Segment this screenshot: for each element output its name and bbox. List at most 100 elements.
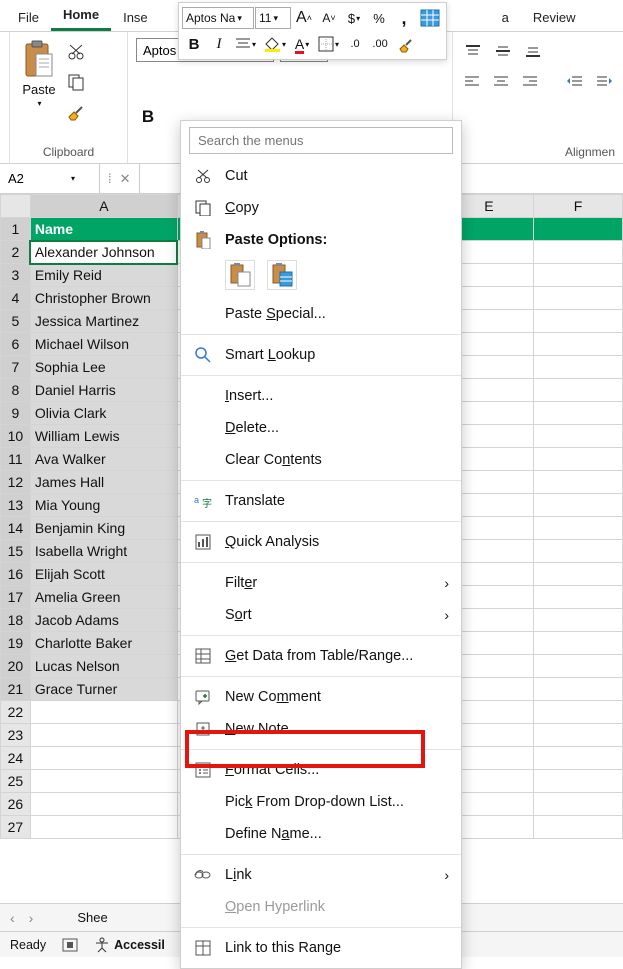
ctx-pick-list[interactable]: Pick From Drop-down List... [181,786,461,818]
row-header-11[interactable]: 11 [1,448,31,471]
sheet-nav-prev[interactable]: ‹ [10,910,15,926]
cell-A5[interactable]: Jessica Martinez [30,310,177,333]
grow-font-button[interactable]: A˄ [292,6,316,30]
ctx-quick-analysis[interactable]: Quick Analysis [181,526,461,558]
accessibility-status[interactable]: Accessil [94,937,165,953]
align-right-button[interactable] [519,70,542,92]
cell-A7[interactable]: Sophia Lee [30,356,177,379]
cell-A14[interactable]: Benjamin King [30,517,177,540]
align-bottom-button[interactable] [521,40,545,62]
align-center-button[interactable] [490,70,513,92]
ctx-cut[interactable]: Cut [181,160,461,192]
row-header-22[interactable]: 22 [1,701,31,724]
cell-A19[interactable]: Charlotte Baker [30,632,177,655]
shrink-font-button[interactable]: A˅ [317,6,341,30]
format-painter-button[interactable] [66,102,86,122]
row-header-27[interactable]: 27 [1,816,31,839]
ctx-new-note[interactable]: New Note [181,713,461,745]
mini-format-painter-button[interactable] [393,32,417,56]
cell-A13[interactable]: Mia Young [30,494,177,517]
cell-A10[interactable]: William Lewis [30,425,177,448]
inc-indent-button[interactable] [592,70,615,92]
history-icon[interactable]: ⁞ [108,171,112,186]
name-box-input[interactable] [6,170,66,187]
row-header-13[interactable]: 13 [1,494,31,517]
cancel-icon[interactable]: ✕ [120,171,131,187]
col-header-F[interactable]: F [533,195,622,218]
chevron-down-icon[interactable]: ▾ [70,174,75,183]
mini-italic-button[interactable]: I [207,32,231,56]
row-header-26[interactable]: 26 [1,793,31,816]
cell-A6[interactable]: Michael Wilson [30,333,177,356]
sheet-nav-next[interactable]: › [29,910,34,926]
currency-button[interactable]: $▾ [342,6,366,30]
row-header-25[interactable]: 25 [1,770,31,793]
ctx-smart-lookup[interactable]: Smart Lookup [181,339,461,371]
mini-fill-button[interactable]: ▾ [260,32,289,56]
tab-insert[interactable]: Inse [111,6,160,31]
tab-home[interactable]: Home [51,3,111,31]
row-header-19[interactable]: 19 [1,632,31,655]
mini-font-color-button[interactable]: A▾ [290,32,314,56]
ctx-copy[interactable]: Copy [181,192,461,224]
cell-A2[interactable]: Alexander Johnson [30,241,177,264]
ctx-format-cells[interactable]: Format Cells... [181,754,461,786]
row-header-7[interactable]: 7 [1,356,31,379]
ctx-filter[interactable]: Filter› [181,567,461,599]
paste-default-button[interactable] [225,260,255,290]
cell-A20[interactable]: Lucas Nelson [30,655,177,678]
row-header-5[interactable]: 5 [1,310,31,333]
cell-A12[interactable]: James Hall [30,471,177,494]
tab-file[interactable]: File [6,6,51,31]
ctx-clear[interactable]: Clear Contents [181,444,461,476]
ctx-define-name[interactable]: Define Name... [181,818,461,850]
tab-review[interactable]: Review [521,6,588,31]
align-top-button[interactable] [461,40,485,62]
name-box[interactable]: ▾ [0,164,100,193]
comma-button[interactable]: , [392,6,416,30]
paste-special-icon-button[interactable] [267,260,297,290]
ctx-link[interactable]: Link› [181,859,461,891]
row-header-4[interactable]: 4 [1,287,31,310]
mini-dec-decimal-button[interactable]: .00 [368,32,392,56]
tab-extra[interactable]: a [490,6,521,31]
cell-A4[interactable]: Christopher Brown [30,287,177,310]
row-header-16[interactable]: 16 [1,563,31,586]
row-header-6[interactable]: 6 [1,333,31,356]
percent-button[interactable]: % [367,6,391,30]
mini-size-combo[interactable]: 11▾ [255,7,291,29]
align-left-button[interactable] [461,70,484,92]
row-header-18[interactable]: 18 [1,609,31,632]
row-header-24[interactable]: 24 [1,747,31,770]
row-header-3[interactable]: 3 [1,264,31,287]
row-header-23[interactable]: 23 [1,724,31,747]
ctx-translate[interactable]: a字 Translate [181,485,461,517]
row-header-1[interactable]: 1 [1,218,31,241]
mini-align-button[interactable]: ▾ [232,32,259,56]
ctx-insert[interactable]: Insert... [181,380,461,412]
row-header-15[interactable]: 15 [1,540,31,563]
row-header-9[interactable]: 9 [1,402,31,425]
col-header-A[interactable]: A [30,195,177,218]
cell-A18[interactable]: Jacob Adams [30,609,177,632]
ctx-sort[interactable]: Sort› [181,599,461,631]
cell-A9[interactable]: Olivia Clark [30,402,177,425]
macro-icon[interactable] [62,938,78,952]
mini-bold-button[interactable]: B [182,32,206,56]
row-header-17[interactable]: 17 [1,586,31,609]
ctx-new-comment[interactable]: New Comment [181,681,461,713]
row-header-2[interactable]: 2 [1,241,31,264]
ctx-get-data[interactable]: Get Data from Table/Range... [181,640,461,672]
mini-inc-decimal-button[interactable]: .0 [343,32,367,56]
paste-button[interactable]: Paste ▾ [18,36,60,112]
bold-button[interactable]: B [136,106,160,128]
cell-A16[interactable]: Elijah Scott [30,563,177,586]
align-middle-button[interactable] [491,40,515,62]
cell-A21[interactable]: Grace Turner [30,678,177,701]
row-header-12[interactable]: 12 [1,471,31,494]
cell-A11[interactable]: Ava Walker [30,448,177,471]
cut-button[interactable] [66,42,86,62]
menu-search-input[interactable] [189,127,453,154]
row-header-14[interactable]: 14 [1,517,31,540]
row-header-21[interactable]: 21 [1,678,31,701]
